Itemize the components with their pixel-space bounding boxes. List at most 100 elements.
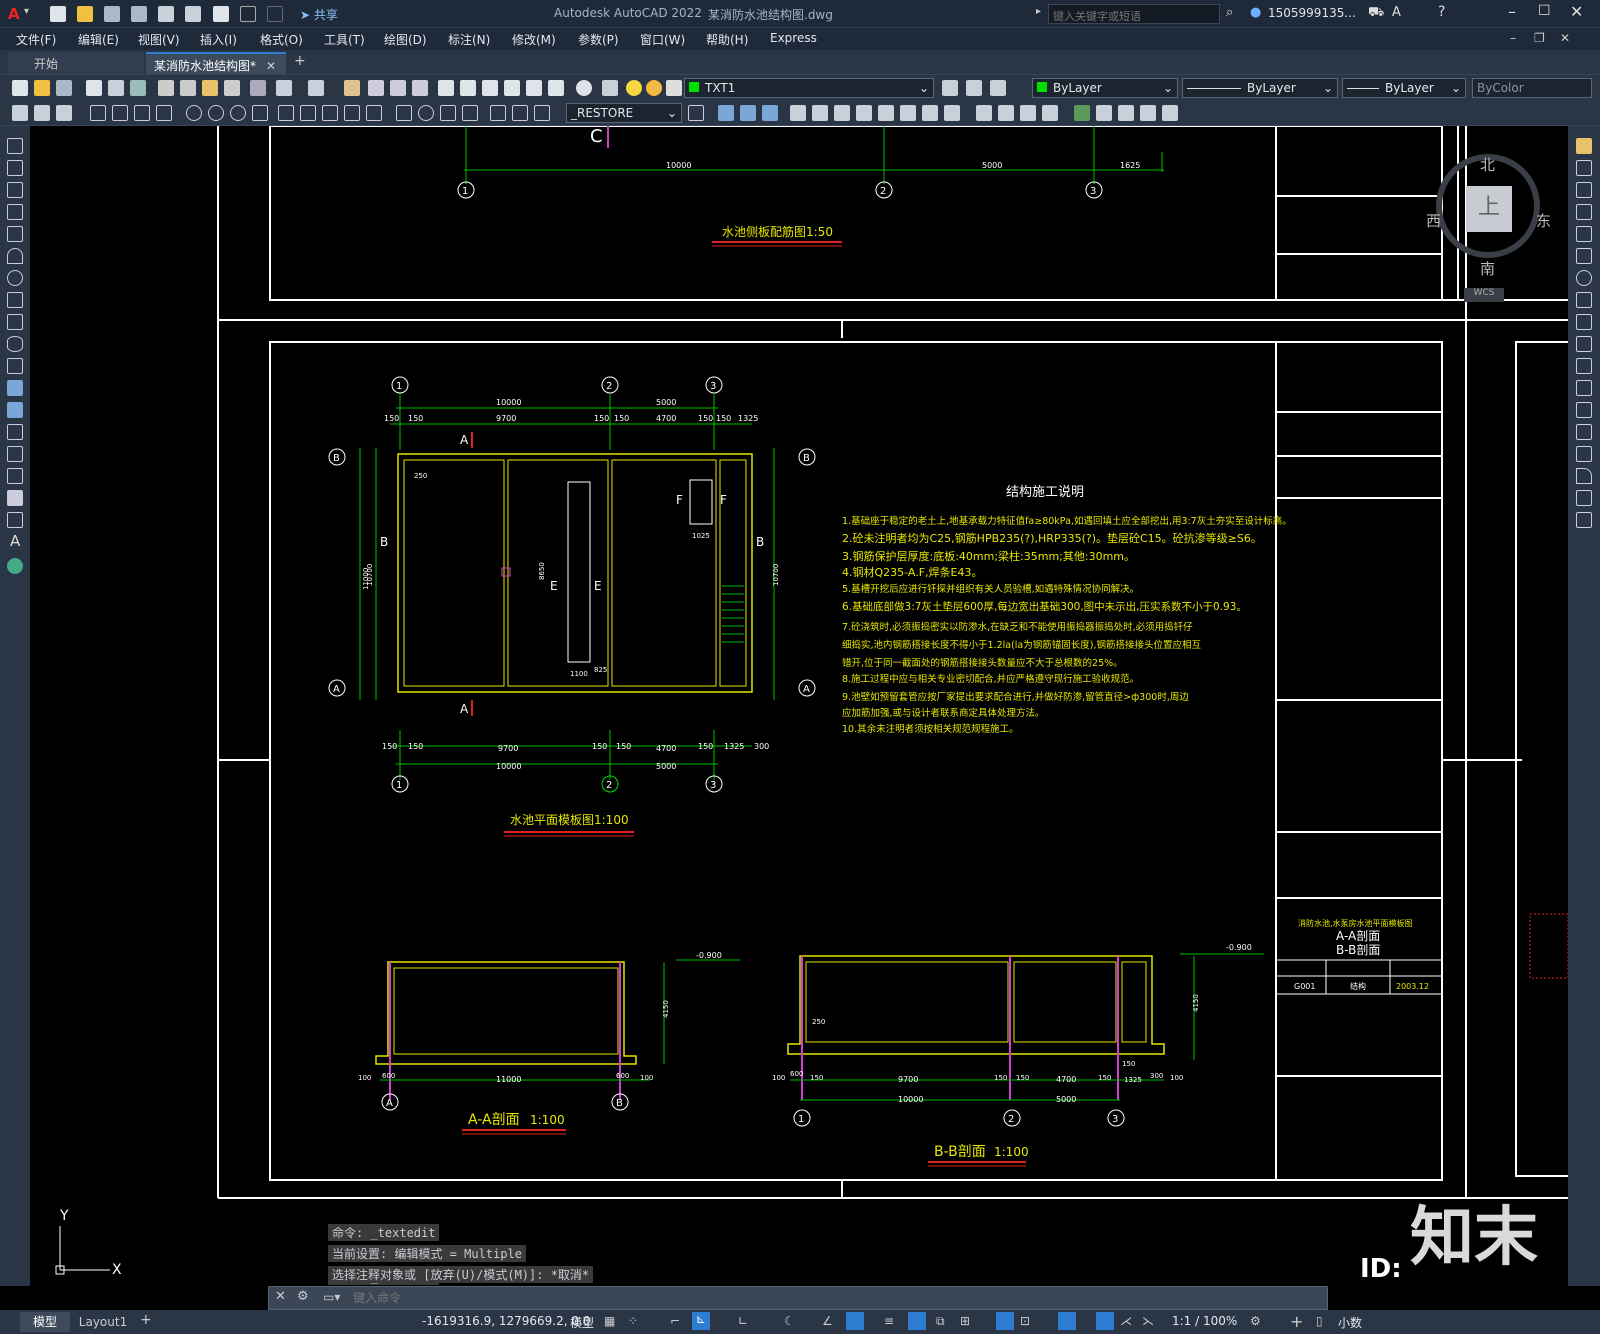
dim-break-icon[interactable] (366, 105, 382, 121)
osnap-icon[interactable] (846, 1312, 864, 1330)
dim-continue-icon[interactable] (322, 105, 338, 121)
layer-thaw-icon[interactable] (646, 80, 662, 96)
render-icon[interactable] (998, 105, 1014, 121)
quick-dim-icon[interactable] (278, 105, 294, 121)
dim-baseline-icon[interactable] (300, 105, 316, 121)
workspace-gear-icon[interactable]: ⚙ (1250, 1314, 1261, 1328)
linetype-dropdown[interactable]: ByLayer ⌄ (1182, 78, 1338, 98)
dim-diameter-icon[interactable] (230, 105, 246, 121)
arc-icon[interactable] (7, 248, 23, 264)
tool-palettes-icon[interactable] (482, 80, 498, 96)
wcs-menu[interactable]: WCS (1464, 288, 1504, 302)
ucs-dynamic-icon[interactable]: ⊡ (1020, 1314, 1030, 1328)
matchprop-icon[interactable] (224, 80, 240, 96)
menu-view[interactable]: 视图(V) (138, 31, 180, 48)
menu-format[interactable]: 格式(O) (260, 31, 303, 48)
materials-icon[interactable] (1020, 105, 1036, 121)
ucs-world-icon[interactable] (740, 105, 756, 121)
dim-aligned-icon[interactable] (112, 105, 128, 121)
menu-edit[interactable]: 编辑(E) (78, 31, 119, 48)
color-dropdown[interactable]: ByLayer ⌄ (1032, 78, 1178, 98)
qnew-icon[interactable] (12, 80, 28, 96)
polar-icon[interactable]: ☾ (784, 1314, 795, 1328)
units-icon[interactable]: ▯ (1316, 1314, 1323, 1328)
menu-draw[interactable]: 绘图(D) (384, 31, 427, 48)
menu-window[interactable]: 窗口(W) (640, 31, 685, 48)
sheetset-icon[interactable] (504, 80, 520, 96)
construction-line-icon[interactable] (7, 160, 23, 176)
dim-arc-icon[interactable] (134, 105, 150, 121)
share-button[interactable]: ➤ 共享 (300, 6, 338, 23)
hatch-icon[interactable] (7, 446, 23, 462)
search-expand-icon[interactable]: ▸ (1036, 6, 1041, 17)
transparency-icon[interactable] (908, 1312, 926, 1330)
stretch-icon[interactable] (1576, 314, 1592, 330)
help-toolbar-icon[interactable] (576, 80, 592, 96)
layer-dropdown[interactable]: TXT1 ⌄ (684, 78, 934, 98)
point-icon[interactable] (7, 424, 23, 440)
array-icon[interactable] (1576, 226, 1592, 242)
autocad-logo-icon[interactable]: A (8, 5, 20, 23)
copy-object-icon[interactable] (1576, 160, 1592, 176)
fillet-icon[interactable] (1576, 468, 1592, 484)
cart-icon[interactable]: ⛟ (1368, 5, 1384, 22)
coordinates-readout[interactable]: -1619316.9, 1279669.2, 0.0 (422, 1314, 590, 1328)
dim-edit-icon[interactable] (490, 105, 506, 121)
tolerance-icon[interactable] (396, 105, 412, 121)
command-customize-icon[interactable]: ⚙ (297, 1289, 309, 1304)
view-right-icon[interactable] (878, 105, 894, 121)
hyperlink-icon[interactable] (1162, 105, 1178, 121)
insert-block-draw-icon[interactable] (7, 380, 23, 396)
isodraft-icon[interactable]: ∠ (822, 1314, 833, 1328)
ortho-icon[interactable]: ∟ (738, 1314, 748, 1328)
trim-icon[interactable] (1576, 336, 1592, 352)
calculator-icon[interactable] (548, 80, 564, 96)
dim-update-icon[interactable] (534, 105, 550, 121)
orbit-icon[interactable] (856, 105, 872, 121)
copy-icon[interactable] (180, 80, 196, 96)
lineweight-icon[interactable]: ≡ (884, 1314, 894, 1328)
tab-start[interactable]: 开始 (8, 52, 144, 74)
dim-ordinate-icon[interactable] (156, 105, 172, 121)
dim-style-icon[interactable] (688, 105, 704, 121)
dim-radius-icon[interactable] (186, 105, 202, 121)
gradient-icon[interactable] (7, 468, 23, 484)
layer-properties-icon[interactable] (602, 80, 618, 96)
annotation-monitor-icon[interactable]: + (1290, 1312, 1303, 1331)
mtext-icon[interactable]: A (10, 532, 20, 550)
model-space-toggle[interactable]: 模型 (570, 1314, 594, 1331)
3dosnap-icon[interactable]: ⊞ (960, 1314, 970, 1328)
layer-previous-icon[interactable] (966, 80, 982, 96)
undo-icon[interactable] (239, 6, 256, 22)
minimize-icon[interactable]: – (1508, 2, 1516, 21)
open-file-icon[interactable] (77, 6, 94, 22)
layer-unlock-icon[interactable] (666, 80, 682, 96)
redo-toolbar-icon[interactable] (308, 80, 324, 96)
ucs-icon[interactable] (718, 105, 734, 121)
view-bottom-icon[interactable] (944, 105, 960, 121)
extend-icon[interactable] (1576, 358, 1592, 374)
open-icon[interactable] (34, 80, 50, 96)
maximize-icon[interactable]: ☐ (1538, 3, 1551, 19)
dim-text-edit-icon[interactable] (512, 105, 528, 121)
app-menu-chevron-icon[interactable]: ▾ (24, 6, 29, 17)
block-editor-icon[interactable] (250, 80, 266, 96)
menu-express[interactable]: Express (770, 31, 817, 45)
tab-active-document[interactable]: 某消防水池结构图* ✕ (146, 52, 286, 74)
xref-icon[interactable] (1096, 105, 1112, 121)
layer-on-icon[interactable] (626, 80, 642, 96)
named-view-dropdown[interactable]: _RESTORE ⌄ (566, 103, 682, 123)
menu-insert[interactable]: 插入(I) (200, 31, 237, 48)
tab-close-icon[interactable]: ✕ (266, 59, 276, 73)
center-mark-icon[interactable] (418, 105, 434, 121)
zoom-realtime-icon[interactable] (368, 80, 384, 96)
menu-help[interactable]: 帮助(H) (706, 31, 748, 48)
doc-restore-icon[interactable]: ❐ (1534, 31, 1545, 45)
dim-linear-icon[interactable] (90, 105, 106, 121)
viewcube-top-face[interactable]: 上 (1466, 186, 1512, 232)
units-readout[interactable]: 小数 (1338, 1314, 1362, 1331)
region-icon[interactable] (7, 490, 23, 506)
compass-north[interactable]: 北 (1480, 154, 1495, 175)
rectangle-icon[interactable] (7, 226, 23, 242)
infer-constraints-icon[interactable]: ⌐ (670, 1314, 680, 1328)
